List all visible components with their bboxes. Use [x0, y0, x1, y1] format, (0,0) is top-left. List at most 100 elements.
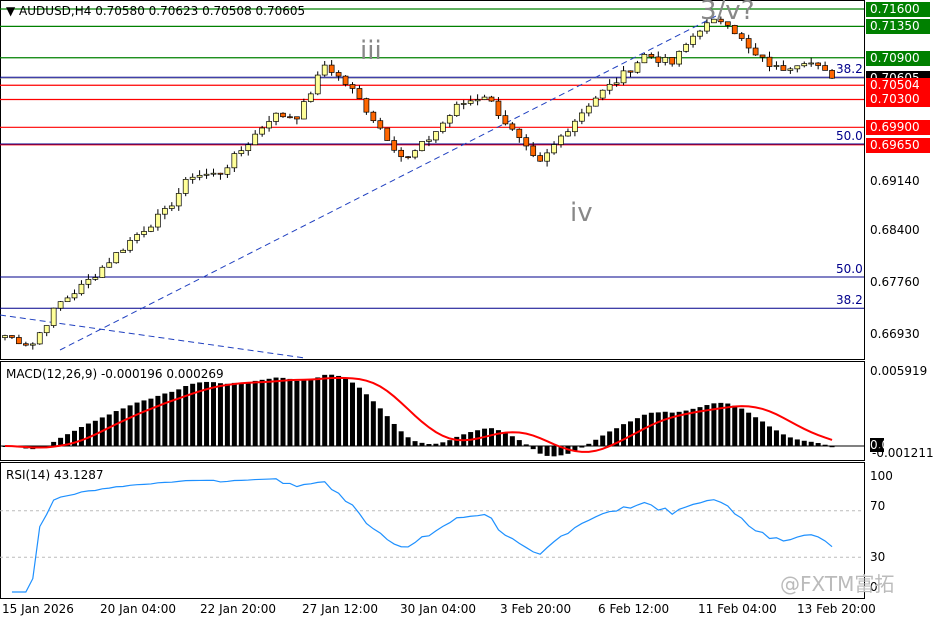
macd-histogram-bar: [106, 414, 112, 446]
macd-histogram-bar: [509, 436, 515, 446]
candle-body: [273, 112, 279, 122]
candle-body: [495, 100, 502, 116]
macd-histogram-bar: [356, 387, 362, 446]
candle-body: [662, 57, 669, 63]
candle-body: [210, 172, 217, 175]
candle-body: [92, 277, 99, 280]
candle-body: [78, 283, 85, 295]
macd-histogram-bar: [600, 435, 606, 446]
candle-body: [467, 100, 474, 104]
candle-body: [697, 30, 703, 37]
candle-body: [57, 301, 64, 309]
candle-body: [259, 127, 265, 135]
fib-level-label: 50.0: [836, 129, 863, 144]
candle-body: [238, 150, 245, 154]
macd-histogram-bar: [655, 412, 661, 446]
candle-body: [321, 64, 328, 76]
candle-body: [419, 141, 425, 152]
macd-histogram-bar: [301, 380, 307, 446]
macd-histogram-bar: [801, 440, 807, 446]
chart-canvas[interactable]: [0, 0, 936, 624]
candle-body: [426, 139, 432, 142]
macd-histogram-bar: [252, 380, 258, 446]
trading-chart[interactable]: ▼ AUDUSD,H4 0.70580 0.70623 0.70508 0.70…: [0, 0, 936, 624]
time-tick: 11 Feb 04:00: [698, 602, 777, 616]
candle-body: [134, 234, 140, 241]
macd-histogram-bar: [829, 446, 835, 448]
candle-body: [599, 89, 606, 99]
candle-body: [294, 116, 300, 120]
price-level-label: 0.71600: [866, 2, 930, 17]
candle-body: [822, 65, 828, 71]
macd-histogram-bar: [120, 408, 126, 446]
candle-body: [453, 103, 460, 116]
candle-body: [808, 62, 815, 65]
candle-body: [773, 65, 780, 67]
macd-histogram-bar: [315, 377, 321, 446]
price-level-label: 0.69900: [866, 120, 930, 136]
candle-body: [634, 62, 641, 73]
macd-histogram-bar: [537, 446, 543, 454]
candle-body: [474, 99, 481, 102]
macd-histogram-bar: [607, 431, 613, 446]
macd-histogram-bar: [280, 377, 286, 446]
macd-histogram-bar: [433, 443, 439, 446]
candle-body: [127, 240, 133, 251]
candle-body: [759, 54, 766, 58]
candle-body: [141, 231, 147, 235]
candle-body: [655, 56, 662, 63]
macd-histogram-bar: [259, 379, 265, 446]
candle-body: [175, 193, 182, 207]
macd-histogram-bar: [780, 434, 786, 446]
candle-body: [641, 54, 648, 64]
candle-body: [99, 266, 106, 278]
candle-body: [50, 307, 57, 326]
candle-body: [314, 74, 321, 95]
rsi-panel: [0, 462, 865, 599]
macd-histogram-bar: [363, 394, 369, 446]
macd-histogram-bar: [551, 446, 557, 457]
candle-body: [648, 54, 655, 58]
macd-histogram-bar: [523, 444, 529, 446]
macd-histogram-bar: [211, 382, 216, 446]
candle-body: [829, 70, 835, 79]
price-level-label: 0.69650: [866, 137, 930, 153]
macd-histogram-bar: [134, 402, 140, 446]
macd-histogram-bar: [217, 383, 223, 446]
candle-body: [377, 120, 384, 129]
candle-body: [189, 176, 196, 180]
macd-histogram-bar: [162, 393, 168, 446]
rsi-line: [11, 478, 833, 593]
candle-body: [551, 144, 557, 154]
candle-body: [16, 337, 22, 345]
candle-body: [43, 325, 50, 334]
macd-histogram-bar: [489, 428, 494, 446]
time-tick: 20 Jan 04:00: [100, 602, 176, 616]
macd-histogram-bar: [391, 423, 397, 446]
candle-body: [516, 128, 523, 139]
candle-body: [168, 205, 175, 209]
candle-body: [578, 112, 585, 122]
macd-histogram-bar: [287, 378, 293, 446]
candle-body: [460, 103, 467, 105]
macd-histogram-bar: [502, 433, 508, 446]
candle-body: [85, 279, 92, 285]
candle-body: [349, 84, 356, 89]
candle-body: [752, 47, 759, 56]
macd-histogram-bar: [447, 440, 453, 446]
candle-body: [203, 173, 210, 176]
rsi-title: RSI(14) 43.1287: [6, 468, 104, 482]
candle-body: [815, 62, 822, 66]
macd-histogram-bar: [773, 430, 779, 446]
macd-histogram-bar: [760, 421, 766, 446]
candle-body: [794, 65, 801, 70]
candle-body: [301, 101, 307, 120]
macd-histogram-bar: [593, 439, 599, 446]
candle-body: [523, 137, 530, 147]
macd-histogram-bar: [628, 421, 633, 446]
macd-histogram-bar: [440, 442, 446, 446]
price-level-label: 0.70300: [866, 92, 930, 108]
candle-body: [245, 144, 252, 151]
wave-label-iii: iii: [360, 36, 382, 66]
macd-histogram-bar: [746, 412, 752, 446]
